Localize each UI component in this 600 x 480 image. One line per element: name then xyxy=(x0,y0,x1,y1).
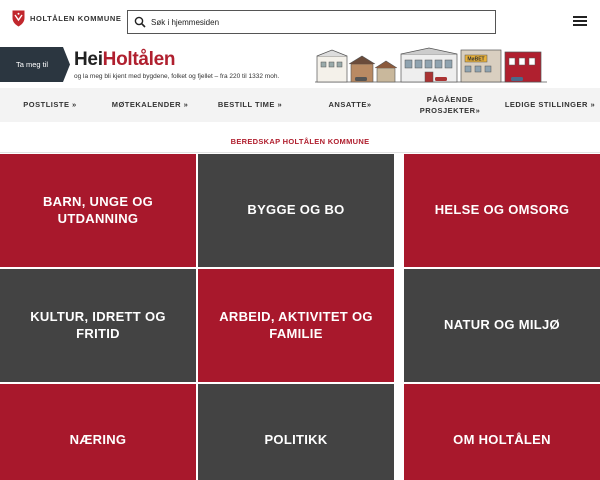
divider xyxy=(0,152,600,153)
tile-naering[interactable]: NÆRING xyxy=(0,384,196,480)
menu-icon[interactable] xyxy=(573,16,587,26)
nav-ansatte[interactable]: ANSATTE» xyxy=(300,88,400,122)
logo-text: HOLTÅLEN KOMMUNE xyxy=(30,14,122,23)
banner-subtitle: og la meg bli kjent med bygdene, folket … xyxy=(74,73,280,80)
tile-bygge-og-bo[interactable]: BYGGE OG BO xyxy=(198,154,394,267)
tile-natur-og-miljo[interactable]: NATUR OG MILJØ xyxy=(404,269,600,382)
nav-postliste[interactable]: POSTLISTE » xyxy=(0,88,100,122)
nav-pagaende-prosjekter[interactable]: PÅGÅENDE PROSJEKTER» xyxy=(400,88,500,122)
tile-arbeid-aktivitet-familie[interactable]: ARBEID, AKTIVITET OG FAMILIE xyxy=(198,269,394,382)
search-icon[interactable] xyxy=(134,16,146,28)
quick-nav: POSTLISTE » MØTEKALENDER » BESTILL TIME … xyxy=(0,88,600,122)
tile-politikk[interactable]: POLITIKK xyxy=(198,384,394,480)
tile-kultur-idrett-fritid[interactable]: KULTUR, IDRETT OG FRITID xyxy=(0,269,196,382)
site-logo[interactable]: HOLTÅLEN KOMMUNE xyxy=(12,10,122,27)
town-illustration: MøBET xyxy=(315,47,547,83)
service-tile-grid: BARN, UNGE OG UTDANNING BYGGE OG BO HELS… xyxy=(0,154,600,480)
ta-meg-til-label: Ta meg til xyxy=(0,47,70,82)
tile-om-holtalen[interactable]: OM HOLTÅLEN xyxy=(404,384,600,480)
nav-bestill-time[interactable]: BESTILL TIME » xyxy=(200,88,300,122)
building-sign: MøBET xyxy=(467,57,484,63)
banner-title: HeiHoltålen xyxy=(74,49,176,70)
nav-ledige-stillinger[interactable]: LEDIGE STILLINGER » xyxy=(500,88,600,122)
tile-helse-og-omsorg[interactable]: HELSE OG OMSORG xyxy=(404,154,600,267)
site-header: HOLTÅLEN KOMMUNE xyxy=(0,0,600,46)
search-box[interactable] xyxy=(127,10,496,34)
hei-holtalen-banner[interactable]: Ta meg til HeiHoltålen og la meg bli kje… xyxy=(0,46,600,86)
coat-of-arms-icon xyxy=(12,10,25,27)
tile-barn-unge-utdanning[interactable]: BARN, UNGE OG UTDANNING xyxy=(0,154,196,267)
beredskap-link[interactable]: BEREDSKAP HOLTÅLEN KOMMUNE xyxy=(0,137,600,146)
nav-motekalender[interactable]: MØTEKALENDER » xyxy=(100,88,200,122)
search-input[interactable] xyxy=(151,17,481,27)
